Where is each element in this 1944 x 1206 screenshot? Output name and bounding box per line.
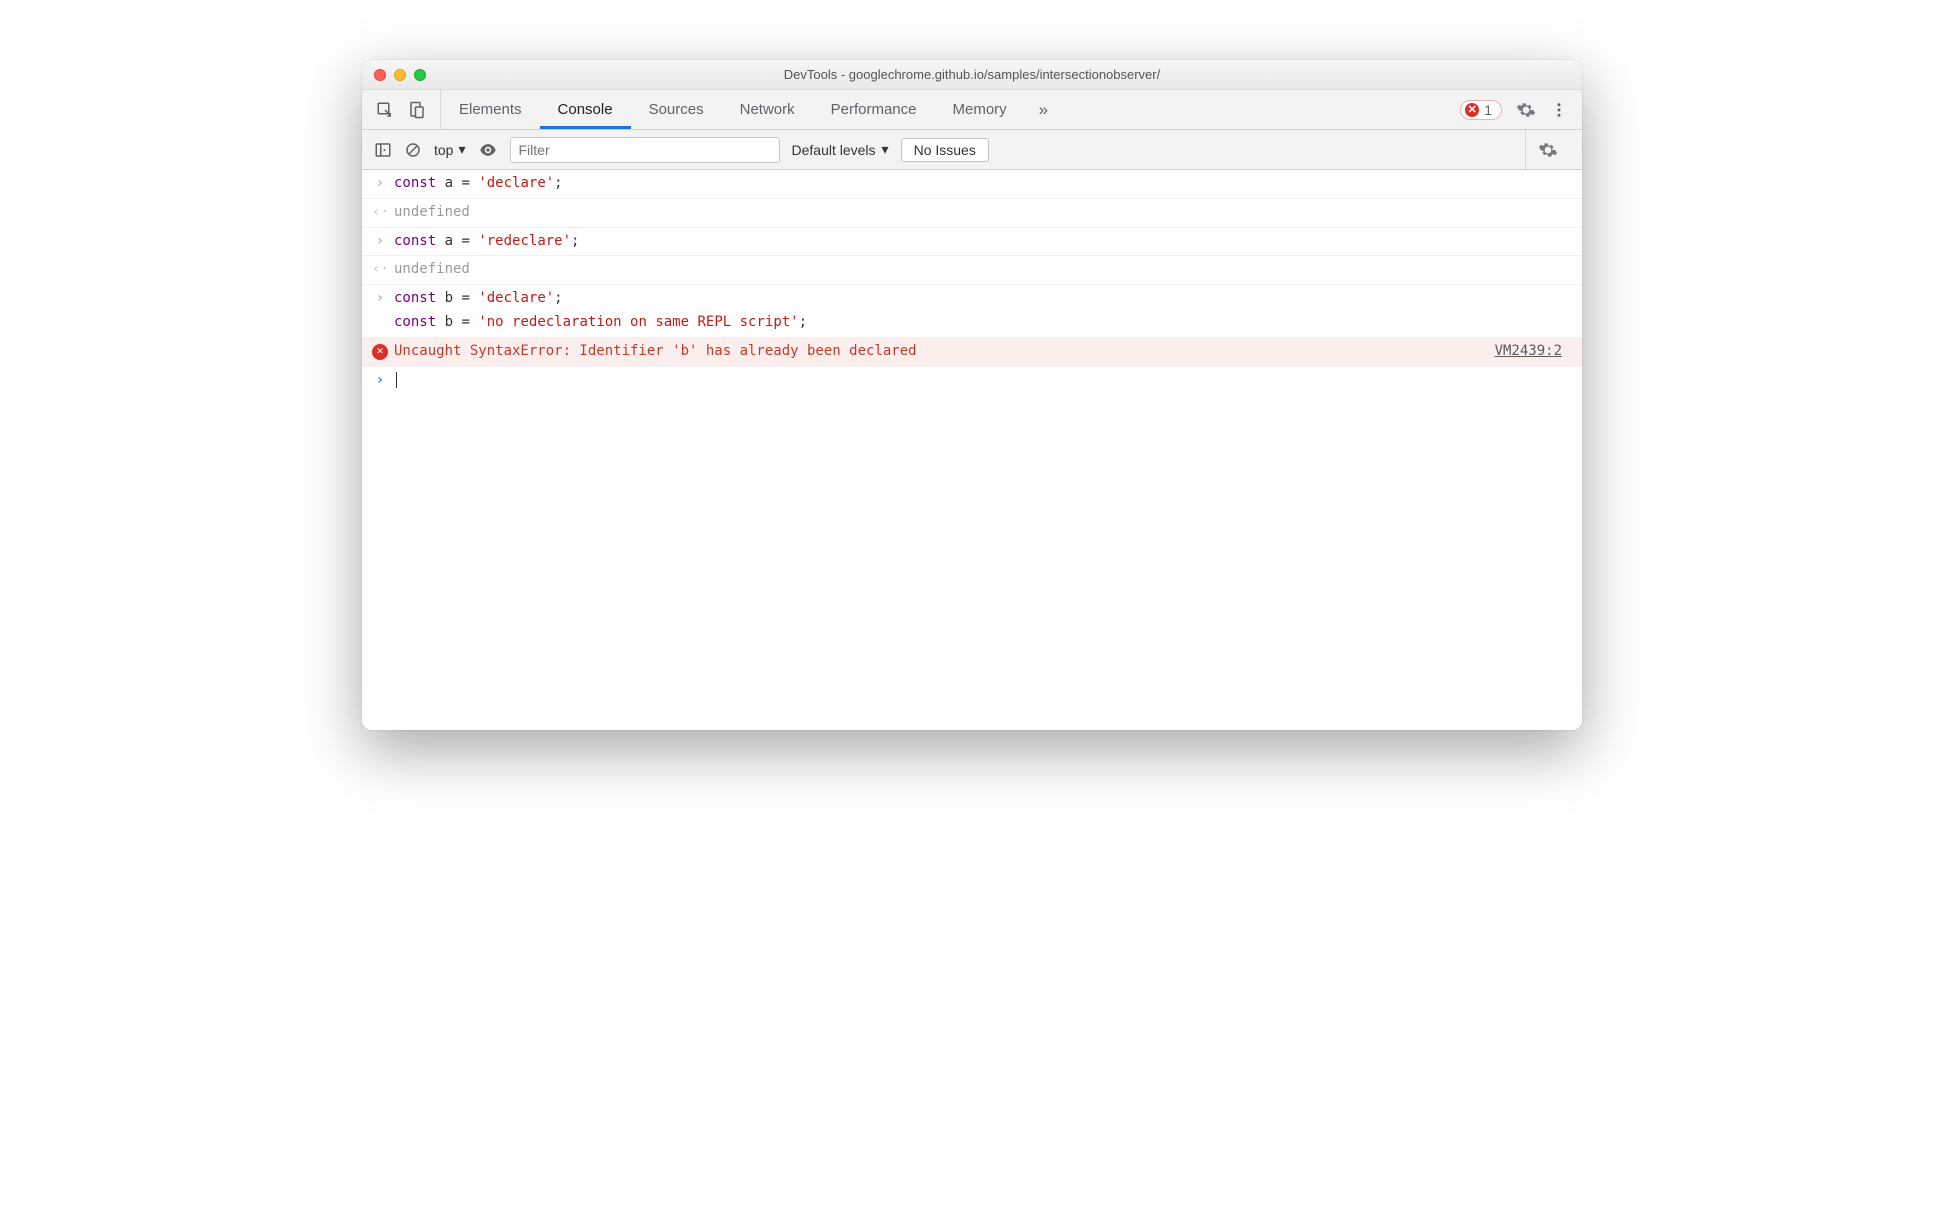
tabs-host: ElementsConsoleSourcesNetworkPerformance…	[441, 90, 1025, 129]
main-tabbar: ElementsConsoleSourcesNetworkPerformance…	[362, 90, 1582, 130]
prompt-icon: ›	[372, 287, 388, 311]
prompt-icon: ›	[372, 230, 388, 254]
console-output[interactable]: ›const a = 'declare';‹·undefined›const a…	[362, 170, 1582, 730]
kebab-menu-icon[interactable]	[1550, 101, 1568, 119]
tab-console[interactable]: Console	[540, 90, 631, 129]
tab-elements[interactable]: Elements	[441, 90, 540, 129]
close-icon[interactable]	[374, 69, 386, 81]
tab-memory[interactable]: Memory	[935, 90, 1025, 129]
inspect-icon[interactable]	[376, 101, 394, 119]
live-expression-icon[interactable]	[478, 140, 498, 160]
console-error-row: ✕ Uncaught SyntaxError: Identifier 'b' ha…	[362, 338, 1582, 367]
return-icon: ‹·	[372, 258, 388, 282]
console-output-row: ‹·undefined	[362, 256, 1582, 285]
error-icon: ✕	[1465, 103, 1479, 117]
prompt-icon: ›	[372, 172, 388, 196]
console-prompt[interactable]: ›	[362, 367, 1582, 395]
code-line: const a = 'redeclare';	[394, 230, 579, 254]
chevron-down-icon: ▾	[882, 141, 889, 158]
window-title: DevTools - googlechrome.github.io/sample…	[362, 67, 1582, 82]
device-toggle-icon[interactable]	[408, 101, 426, 119]
titlebar: DevTools - googlechrome.github.io/sample…	[362, 60, 1582, 90]
error-message: Uncaught SyntaxError: Identifier 'b' has…	[394, 340, 917, 364]
issues-button[interactable]: No Issues	[901, 138, 989, 162]
console-input-row: ›const b = 'declare'; const b = 'no rede…	[362, 285, 1582, 338]
maximize-icon[interactable]	[414, 69, 426, 81]
return-value: undefined	[394, 201, 470, 225]
context-label: top	[434, 142, 453, 158]
return-value: undefined	[394, 258, 470, 282]
prompt-input[interactable]	[394, 369, 397, 393]
code-line: const a = 'declare';	[394, 172, 563, 196]
console-input-row: ›const a = 'redeclare';	[362, 228, 1582, 257]
error-source-link[interactable]: VM2439:2	[1495, 340, 1572, 364]
minimize-icon[interactable]	[394, 69, 406, 81]
settings-gear-icon[interactable]	[1516, 100, 1536, 120]
devtools-window: DevTools - googlechrome.github.io/sample…	[362, 60, 1582, 730]
console-input-row: ›const a = 'declare';	[362, 170, 1582, 199]
log-levels-selector[interactable]: Default levels ▾	[792, 141, 889, 158]
console-toolbar: top ▾ Default levels ▾ No Issues	[362, 130, 1582, 170]
chevron-down-icon: ▾	[458, 141, 465, 158]
return-icon: ‹·	[372, 201, 388, 225]
clear-console-icon[interactable]	[404, 141, 422, 159]
traffic-lights	[362, 69, 426, 81]
levels-label: Default levels	[792, 142, 876, 158]
filter-input[interactable]	[510, 137, 780, 163]
context-selector[interactable]: top ▾	[434, 141, 466, 158]
console-sidebar-toggle-icon[interactable]	[374, 141, 392, 159]
tab-performance[interactable]: Performance	[813, 90, 935, 129]
error-count: 1	[1484, 102, 1492, 118]
tabs-overflow-icon[interactable]: »	[1025, 100, 1062, 120]
error-count-pill[interactable]: ✕ 1	[1460, 100, 1502, 120]
prompt-icon: ›	[372, 369, 388, 393]
tab-network[interactable]: Network	[722, 90, 813, 129]
tab-sources[interactable]: Sources	[631, 90, 722, 129]
code-block: const b = 'declare'; const b = 'no redec…	[394, 287, 807, 335]
console-output-row: ‹·undefined	[362, 199, 1582, 228]
error-icon: ✕	[372, 344, 388, 360]
console-settings-gear-icon[interactable]	[1538, 140, 1558, 160]
